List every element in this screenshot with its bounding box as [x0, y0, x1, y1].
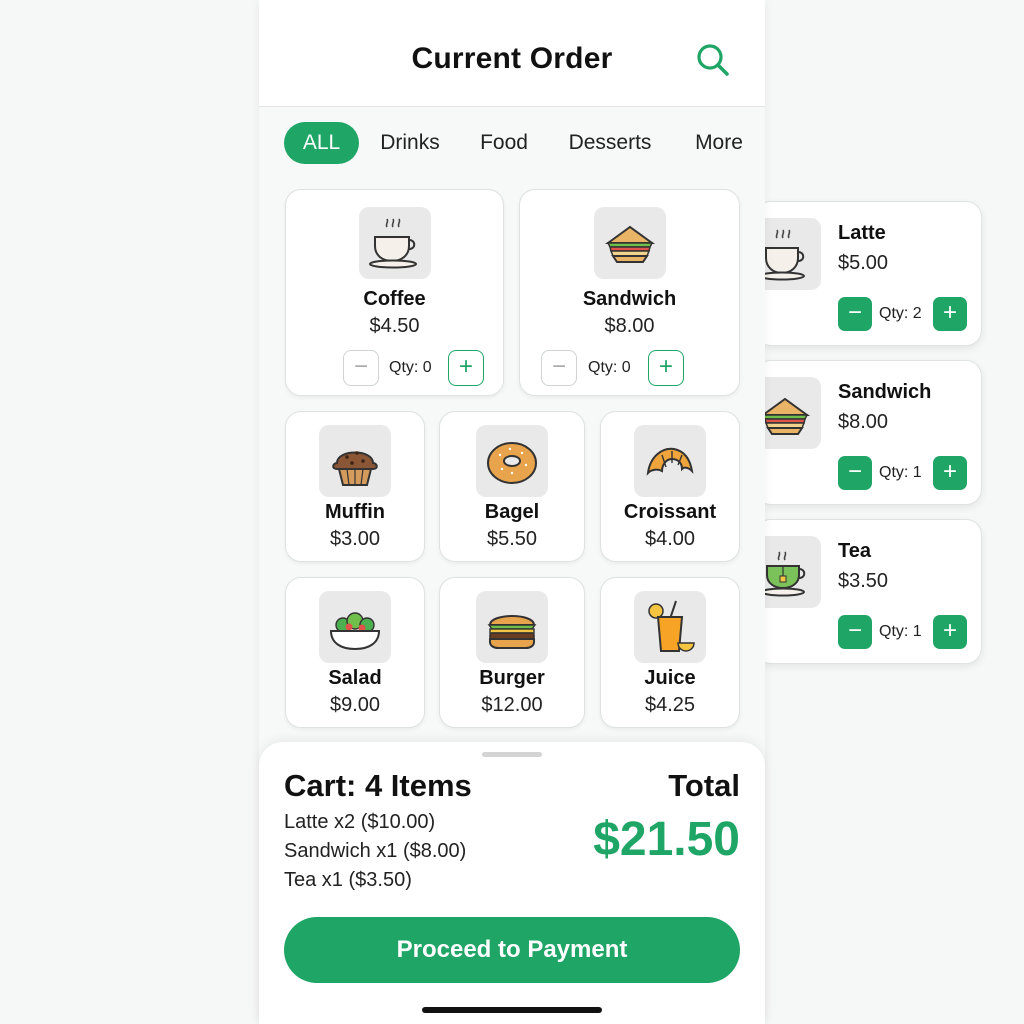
decrease-qty-button[interactable]: − [343, 350, 379, 386]
coffee-cup-icon [358, 207, 431, 279]
product-card-muffin[interactable]: Muffin $3.00 [285, 411, 425, 562]
product-card-coffee[interactable]: Coffee $4.50 − Qty: 0 + [285, 189, 504, 396]
increase-qty-button[interactable]: + [933, 297, 967, 331]
search-icon [697, 44, 729, 76]
product-name: Burger [479, 667, 545, 689]
order-item-card-tea[interactable]: Tea $3.50 − Qty: 1 + [755, 519, 982, 664]
latte-icon [756, 218, 821, 290]
product-name: Croissant [623, 501, 717, 523]
product-price: $4.00 [644, 528, 696, 550]
juice-icon [634, 591, 706, 663]
home-indicator [422, 1007, 602, 1013]
product-name: Salad [328, 667, 382, 689]
qty-label: Qty: 0 [588, 359, 631, 376]
order-item-qty: Qty: 1 [879, 464, 922, 481]
product-card-burger[interactable]: Burger $12.00 [439, 577, 585, 728]
increase-qty-button[interactable]: + [648, 350, 684, 386]
product-card-juice[interactable]: Juice $4.25 [600, 577, 740, 728]
order-item-qty: Qty: 2 [879, 305, 922, 322]
product-card-salad[interactable]: Salad $9.00 [285, 577, 425, 728]
category-tabs: ALL Drinks Food Desserts More [259, 120, 765, 166]
header-bar: Current Order [259, 0, 765, 107]
order-item-name: Sandwich [838, 381, 932, 403]
sheet-grabber[interactable] [482, 752, 542, 757]
product-price: $12.00 [481, 694, 543, 716]
bagel-icon [476, 425, 548, 497]
decrease-qty-button[interactable]: − [541, 350, 577, 386]
product-name: Juice [644, 667, 696, 689]
search-button[interactable] [693, 40, 733, 80]
decrease-qty-button[interactable]: − [838, 615, 872, 649]
qty-label: Qty: 0 [389, 359, 432, 376]
order-item-name: Latte [838, 222, 886, 244]
product-price: $9.00 [329, 694, 381, 716]
proceed-to-payment-button[interactable]: Proceed to Payment [284, 917, 740, 983]
salad-icon [319, 591, 391, 663]
product-price: $3.00 [329, 528, 381, 550]
increase-qty-button[interactable]: + [448, 350, 484, 386]
order-item-card-sandwich[interactable]: Sandwich $8.00 − Qty: 1 + [755, 360, 982, 505]
total-label: Total [668, 768, 740, 803]
tab-more[interactable]: More [689, 122, 749, 164]
burger-icon [476, 591, 548, 663]
product-card-sandwich[interactable]: Sandwich $8.00 − Qty: 0 + [519, 189, 740, 396]
order-item-price: $3.50 [838, 570, 889, 592]
product-name: Coffee [363, 288, 426, 310]
product-card-bagel[interactable]: Bagel $5.50 [439, 411, 585, 562]
order-item-price: $8.00 [838, 411, 889, 433]
tab-desserts[interactable]: Desserts [562, 122, 658, 164]
cart-sheet: Cart: 4 Items Total Latte x2 ($10.00) Sa… [259, 742, 765, 1024]
product-name: Sandwich [582, 288, 677, 310]
pos-screen: Current Order ALL Drinks Food Desserts M… [259, 0, 765, 1024]
decrease-qty-button[interactable]: − [838, 456, 872, 490]
sandwich-icon [756, 377, 821, 449]
tab-drinks[interactable]: Drinks [375, 122, 445, 164]
croissant-icon [634, 425, 706, 497]
tea-icon [756, 536, 821, 608]
product-price: $8.00 [604, 315, 655, 337]
increase-qty-button[interactable]: + [933, 456, 967, 490]
tab-all[interactable]: ALL [284, 122, 359, 164]
cart-line-item: Latte x2 ($10.00) [284, 811, 436, 833]
muffin-icon [319, 425, 391, 497]
increase-qty-button[interactable]: + [933, 615, 967, 649]
cart-line-item: Tea x1 ($3.50) [284, 869, 412, 891]
product-price: $5.50 [486, 528, 538, 550]
order-item-name: Tea [838, 540, 871, 562]
order-item-card-latte[interactable]: Latte $5.00 − Qty: 2 + [755, 201, 982, 346]
product-card-croissant[interactable]: Croissant $4.00 [600, 411, 740, 562]
order-item-qty: Qty: 1 [879, 623, 922, 640]
cart-line-item: Sandwich x1 ($8.00) [284, 840, 467, 862]
product-price: $4.25 [644, 694, 696, 716]
product-name: Muffin [325, 501, 385, 523]
product-price: $4.50 [369, 315, 420, 337]
total-amount: $21.50 [593, 813, 740, 866]
cart-title: Cart: 4 Items [284, 768, 472, 803]
page-title: Current Order [411, 42, 613, 75]
sandwich-icon [593, 207, 666, 279]
order-item-price: $5.00 [838, 252, 889, 274]
tab-food[interactable]: Food [473, 122, 535, 164]
product-name: Bagel [484, 501, 540, 523]
decrease-qty-button[interactable]: − [838, 297, 872, 331]
